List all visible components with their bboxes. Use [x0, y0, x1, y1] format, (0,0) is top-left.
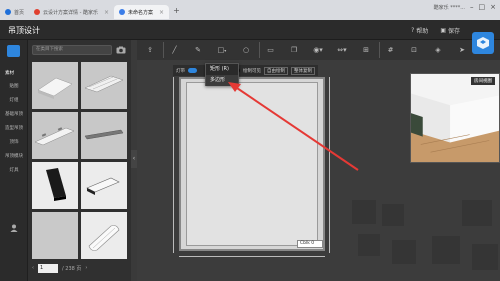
- canvas-toolbar: ⇪ ╱ ✎ □ ▾ ○ ▭ ❐ ◉▾ ⇔▾ ⊞ # ⊡ ◈ ➤: [137, 40, 500, 60]
- circle-tool-icon[interactable]: ○: [235, 42, 257, 58]
- help-label: 帮助: [416, 28, 429, 35]
- app-header: 吊顶设计 ? 帮助 ▣ 保存: [0, 20, 500, 40]
- frame-tool-icon[interactable]: ▭: [259, 42, 281, 58]
- close-icon[interactable]: ×: [104, 9, 109, 16]
- site-favicon-icon: [119, 9, 126, 15]
- rail-item-ceiling-decor[interactable]: 顶饰: [0, 139, 28, 145]
- copy-tool-icon[interactable]: ❐: [283, 42, 305, 58]
- pen-tool-icon[interactable]: ✎: [187, 42, 209, 58]
- grid-tool-icon[interactable]: #: [379, 42, 401, 58]
- save-label: 保存: [447, 28, 460, 35]
- tab-label: 未命名方案: [128, 9, 154, 16]
- draw-options-bar: 灯带 顶灯 绘制可见 自由绘制 整体复制: [173, 65, 318, 76]
- measure-tool-icon[interactable]: ⊡: [403, 42, 425, 58]
- material-item[interactable]: [32, 62, 78, 109]
- view-tool-icon[interactable]: ◉▾: [307, 42, 329, 58]
- room-3d-render: [411, 74, 499, 162]
- light-strip-label: 灯带: [176, 68, 185, 74]
- help-button[interactable]: ? 帮助: [411, 26, 428, 35]
- free-draw-button[interactable]: 自由绘制: [264, 66, 288, 75]
- browser-window-controls: 酷家乐 ****... – □ ×: [434, 3, 496, 11]
- material-item[interactable]: [81, 162, 127, 209]
- room-view-button[interactable]: 房间视图: [471, 77, 495, 85]
- chevron-left-icon[interactable]: ‹: [32, 265, 34, 271]
- dimension-line: [173, 77, 174, 253]
- rail-item-light-group[interactable]: 灯组: [0, 97, 28, 103]
- room-3d-preview[interactable]: 房间视图: [410, 73, 500, 163]
- copy-all-button[interactable]: 整体复制: [291, 66, 315, 75]
- material-item[interactable]: [32, 162, 78, 209]
- site-favicon-icon: [5, 9, 11, 15]
- rectangle-tool-icon[interactable]: □ ▾: [211, 42, 233, 58]
- left-rail: 素材 贴图 灯组 基础吊顶 造型吊顶 顶饰 吊顶模块 灯具: [0, 40, 28, 281]
- browser-tab-active[interactable]: 未命名方案 ×: [114, 5, 170, 19]
- header-actions: ? 帮助 ▣ 保存: [411, 26, 460, 35]
- material-item[interactable]: [81, 112, 127, 159]
- person-icon[interactable]: [10, 224, 18, 232]
- menu-item-rectangle[interactable]: 矩形 (R): [206, 64, 238, 75]
- minimize-icon[interactable]: –: [470, 3, 474, 11]
- new-tab-button[interactable]: +: [173, 6, 180, 15]
- help-icon: ?: [411, 27, 415, 34]
- paint-tool-icon[interactable]: ◈: [427, 42, 449, 58]
- line-tool-icon[interactable]: ╱: [163, 42, 185, 58]
- light-strip-toggle[interactable]: [188, 68, 197, 73]
- close-window-icon[interactable]: ×: [490, 3, 496, 11]
- canvas-background-blocks: [352, 200, 500, 281]
- ceiling-area[interactable]: [186, 82, 318, 246]
- material-item[interactable]: [32, 112, 78, 159]
- brand-logo-icon[interactable]: [472, 32, 494, 54]
- page-total: / 238 页: [62, 265, 82, 272]
- shape-dropdown-menu: 矩形 (R) 多边形: [205, 63, 239, 86]
- maximize-icon[interactable]: □: [479, 3, 486, 11]
- rail-section-label: 素材: [5, 71, 14, 76]
- dimension-line: [329, 77, 330, 253]
- upload-icon[interactable]: ⇪: [139, 42, 161, 58]
- search-input[interactable]: 在类目下搜索: [32, 45, 112, 55]
- rail-item-shape-ceiling[interactable]: 造型吊顶: [0, 125, 28, 131]
- rail-item-basic-ceiling[interactable]: 基础吊顶: [0, 111, 28, 117]
- close-icon[interactable]: ×: [159, 9, 164, 16]
- material-item[interactable]: [32, 212, 78, 259]
- rail-item-texture[interactable]: 贴图: [0, 83, 28, 89]
- pagination: ‹ 1 / 238 页 ›: [32, 263, 128, 273]
- camera-search-icon[interactable]: [116, 46, 126, 54]
- save-icon: ▣: [440, 27, 446, 34]
- design-canvas[interactable]: ⇪ ╱ ✎ □▾ ○ ▭ ❐ ◉▾ ⇔▾ ⊞ # ⊡ ◈ ➤ 灯带 顶灯 绘制可…: [137, 40, 500, 281]
- browser-tab-strip: 首页 云设计方案详情 - 酷家乐 × 未命名方案 × + 酷家乐 ****...…: [0, 0, 500, 20]
- offset-tool-icon[interactable]: ⇔▾: [331, 42, 353, 58]
- menu-item-polygon[interactable]: 多边形: [206, 75, 238, 86]
- snap-tool-icon[interactable]: ⊞: [355, 42, 377, 58]
- browser-tab-design-detail[interactable]: 云设计方案详情 - 酷家乐 ×: [29, 5, 114, 19]
- rail-item-lamps[interactable]: 灯具: [0, 167, 28, 173]
- user-account[interactable]: 酷家乐 ****...: [434, 4, 465, 11]
- tab-label: 云设计方案详情 - 酷家乐: [43, 9, 98, 16]
- app-title: 吊顶设计: [8, 26, 40, 35]
- material-item[interactable]: [81, 212, 127, 259]
- page-input[interactable]: 1: [38, 263, 58, 273]
- draw-visible-label: 绘制可见: [243, 68, 261, 74]
- rail-item-ceiling-module[interactable]: 吊顶模块: [0, 153, 28, 159]
- material-grid: [32, 62, 128, 259]
- save-button[interactable]: ▣ 保存: [440, 26, 460, 35]
- tab-label: 首页: [14, 9, 25, 16]
- material-panel: 在类目下搜索 ‹ 1 / 238 页 ›: [28, 40, 131, 281]
- browser-tab-home[interactable]: 首页: [0, 5, 29, 19]
- material-item[interactable]: [81, 62, 127, 109]
- ceiling-value-field[interactable]: Cblk 0: [297, 240, 323, 248]
- dimension-line: [179, 256, 325, 257]
- chevron-left-icon: ‹: [132, 155, 136, 162]
- send-tool-icon[interactable]: ➤: [451, 42, 473, 58]
- chat-icon[interactable]: [7, 45, 20, 57]
- site-favicon-icon: [34, 9, 41, 15]
- chevron-right-icon[interactable]: ›: [85, 265, 87, 271]
- room-outline[interactable]: Cblk 0: [179, 77, 325, 251]
